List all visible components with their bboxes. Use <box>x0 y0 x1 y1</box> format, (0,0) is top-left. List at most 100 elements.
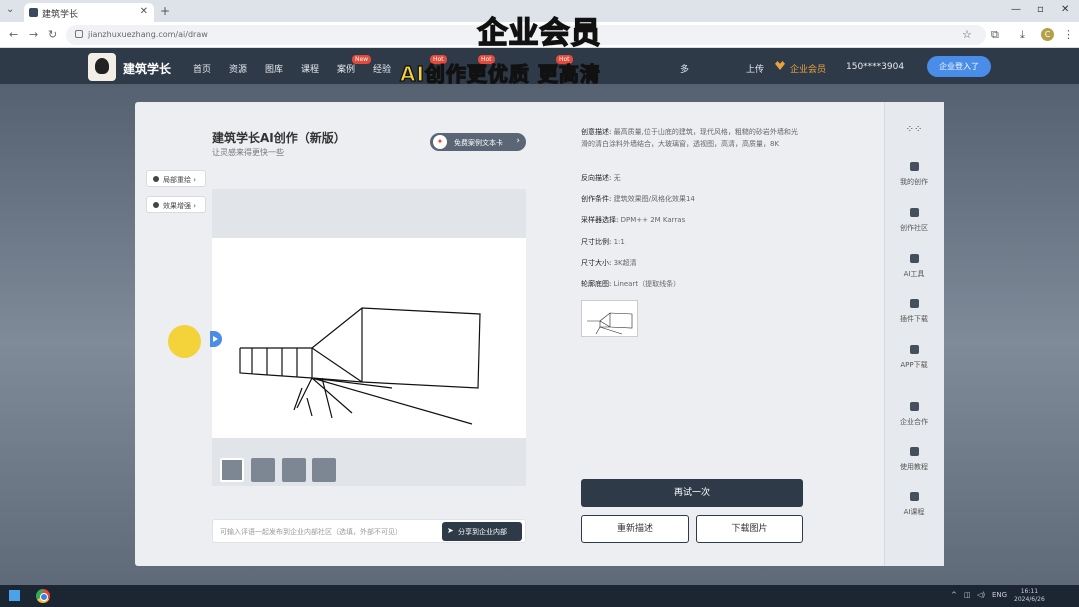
detail-value: DPM++ 2M Karras <box>620 216 686 224</box>
brand-name[interactable]: 建筑学长 <box>123 60 171 77</box>
result-thumbnail[interactable] <box>220 458 244 482</box>
detail-key: 创作条件: <box>581 195 612 203</box>
rail-label: AI工具 <box>903 270 925 278</box>
rail-community[interactable]: 创作社区 <box>884 208 944 233</box>
new-badge: New <box>352 55 372 64</box>
rail-my-creations[interactable]: 我的创作 <box>884 162 944 187</box>
pin-icon <box>153 176 159 182</box>
detail-size: 尺寸大小: 3K超清 <box>581 257 637 269</box>
nav-home[interactable]: 首页 <box>193 62 211 75</box>
rail-label: AI课程 <box>903 508 925 516</box>
cursor-highlight <box>168 325 201 358</box>
detail-key: 反向描述: <box>581 174 612 182</box>
chrome-icon[interactable] <box>36 589 50 603</box>
detail-outline: 轮廓底图: Lineart（提取线条） <box>581 278 680 290</box>
taskbar: ^ ◫ ◁) ENG 16:11 2024/6/26 <box>0 585 1079 607</box>
nav-resources[interactable]: 资源 <box>229 62 247 75</box>
detail-key: 尺寸比例: <box>581 238 612 246</box>
apps-grid-icon[interactable]: ⁘⁘ <box>884 124 944 135</box>
detail-value: 最高质量,位于山底的建筑，现代风格，粗糙的砂岩外墙和光滑的清白涂料外墙结合，大玻… <box>581 128 798 148</box>
rail-label: 创作社区 <box>900 224 928 232</box>
chevron-right-icon: › <box>516 136 520 146</box>
rail-ai-tools[interactable]: AI工具 <box>884 254 944 279</box>
detail-negative: 反向描述: 无 <box>581 172 621 184</box>
free-case-label: 免费案例文本卡 <box>454 139 503 147</box>
puzzle-icon <box>909 299 919 308</box>
result-thumbnail[interactable] <box>251 458 275 482</box>
android-icon <box>909 345 919 354</box>
rail-label: APP下载 <box>900 361 928 369</box>
free-case-button[interactable]: ✦ 免费案例文本卡 › <box>430 133 526 151</box>
retry-button[interactable]: 再试一次 <box>581 479 803 507</box>
volume-icon[interactable]: ◁) <box>977 591 985 599</box>
detail-ratio: 尺寸比例: 1:1 <box>581 236 625 248</box>
page-subtitle: 让灵感来得更快一些 <box>212 148 284 157</box>
caption-middle: AI创作更优质 更高清 <box>399 61 601 86</box>
tray-chevron-icon[interactable]: ^ <box>951 591 957 599</box>
rail-ai-course[interactable]: AI课程 <box>884 492 944 517</box>
clock-date: 2024/6/26 <box>1014 596 1045 603</box>
taskbar-clock[interactable]: 16:11 2024/6/26 <box>1014 588 1045 604</box>
upload-link[interactable]: 上传 <box>746 62 764 75</box>
download-button[interactable]: 下载图片 <box>696 515 803 543</box>
architecture-sketch <box>239 307 481 425</box>
result-canvas <box>212 189 526 486</box>
chat-icon <box>909 208 919 217</box>
enterprise-button[interactable]: 企业登入了 <box>927 56 991 77</box>
detail-key: 采样器选择: <box>581 216 619 224</box>
detail-value: 3K超清 <box>613 259 637 267</box>
detail-sampler: 采样器选择: DPM++ 2M Karras <box>581 214 685 226</box>
detail-value: 无 <box>613 174 621 182</box>
inpaint-label: 局部重绘 <box>163 176 191 184</box>
clock-time: 16:11 <box>1020 588 1039 595</box>
nav-experience[interactable]: 经验 <box>373 62 391 75</box>
result-thumbnail[interactable] <box>282 458 306 482</box>
inpaint-button[interactable]: 局部重绘 › <box>146 170 206 187</box>
page-title: 建筑学长AI创作（新版） <box>212 131 346 145</box>
rail-plugins[interactable]: 插件下载 <box>884 299 944 324</box>
rail-enterprise[interactable]: 企业合作 <box>884 402 944 427</box>
nav-cases[interactable]: 案例 <box>337 62 355 75</box>
building-icon <box>909 402 919 411</box>
outline-thumbnail[interactable] <box>581 300 638 337</box>
user-phone[interactable]: 150****3904 <box>846 62 904 72</box>
share-internal-button[interactable]: 分享到企业内部 <box>442 522 522 541</box>
rail-app-download[interactable]: APP下载 <box>884 345 944 370</box>
input-language[interactable]: ENG <box>992 591 1007 599</box>
rail-label: 我的创作 <box>900 178 928 186</box>
detail-condition: 创作条件: 建筑效果图/风格化效果14 <box>581 193 695 205</box>
detail-prompt: 创意描述: 最高质量,位于山底的建筑，现代风格，粗糙的砂岩外墙和光滑的清白涂料外… <box>581 126 799 150</box>
book-icon <box>909 447 919 456</box>
vip-link[interactable]: 企业会员 <box>790 62 826 75</box>
logo-face-icon <box>95 58 109 74</box>
comment-placeholder: 可输入评语一起发布到企业内部社区（选填，外部不可见） <box>220 528 402 536</box>
rail-tutorial[interactable]: 使用教程 <box>884 447 944 472</box>
outline-sketch <box>587 312 633 335</box>
toolbox-icon <box>909 254 919 263</box>
windows-start-icon[interactable] <box>9 590 20 601</box>
detail-value: Lineart（提取线条） <box>613 280 681 288</box>
rail-label: 企业合作 <box>900 418 928 426</box>
detail-value: 建筑效果图/风格化效果14 <box>613 195 695 203</box>
comment-input[interactable]: 可输入评语一起发布到企业内部社区（选填，外部不可见） 分享到企业内部 <box>212 519 526 543</box>
enhance-button[interactable]: 效果增强 › <box>146 196 206 213</box>
detail-key: 尺寸大小: <box>581 259 612 267</box>
detail-value: 1:1 <box>613 238 625 246</box>
rail-label: 插件下载 <box>900 315 928 323</box>
result-thumbnail[interactable] <box>312 458 336 482</box>
video-icon <box>909 492 919 501</box>
gift-icon: ✦ <box>433 135 447 149</box>
nav-courses[interactable]: 课程 <box>301 62 319 75</box>
network-icon[interactable]: ◫ <box>964 591 971 599</box>
site-logo[interactable] <box>88 53 116 81</box>
nav-gallery[interactable]: 图库 <box>265 62 283 75</box>
generated-image[interactable] <box>212 238 526 438</box>
rail-label: 使用教程 <box>900 463 928 471</box>
caption-top: 企业会员 <box>477 15 602 52</box>
detail-key: 轮廓底图: <box>581 280 612 288</box>
grid-icon <box>909 162 919 171</box>
nav-more[interactable]: 多 <box>680 62 689 75</box>
redescribe-button[interactable]: 重新描述 <box>581 515 689 543</box>
enhance-label: 效果增强 <box>163 202 191 210</box>
enhance-icon <box>153 202 159 208</box>
